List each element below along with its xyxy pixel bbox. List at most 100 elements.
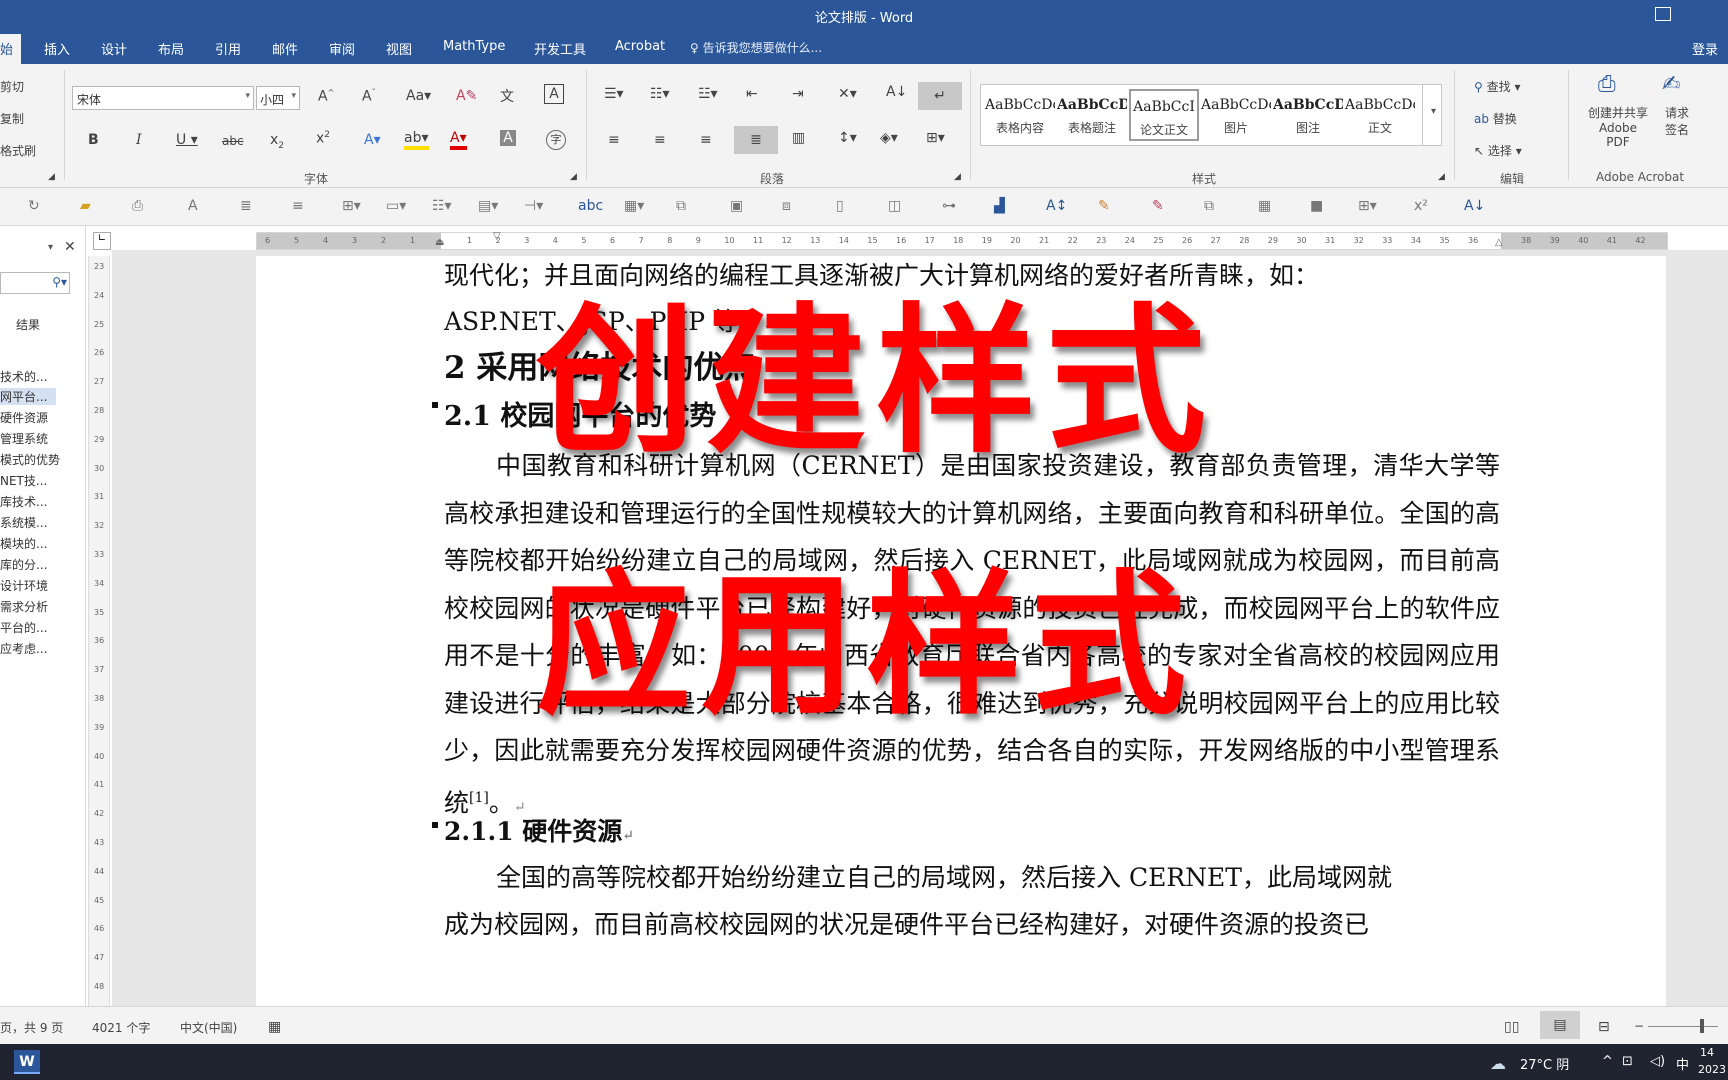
- borders-icon[interactable]: ⊞▾: [926, 130, 945, 146]
- ribbon-display-options-icon[interactable]: [1655, 7, 1671, 21]
- phonetic-guide-icon[interactable]: 文: [500, 86, 514, 106]
- font-size-box[interactable]: 小四 ▾: [256, 86, 300, 110]
- zoom-out-icon[interactable]: −: [1634, 1019, 1644, 1033]
- textbox-icon[interactable]: ▭▾: [386, 198, 406, 214]
- zoom-slider-thumb[interactable]: [1700, 1019, 1704, 1033]
- tab-references[interactable]: 引用: [215, 39, 241, 58]
- strikethrough-icon[interactable]: abc: [222, 134, 244, 148]
- line-spacing-icon[interactable]: ↕▾: [838, 130, 857, 146]
- cut-button[interactable]: 剪切: [0, 78, 24, 95]
- tab-review[interactable]: 审阅: [329, 39, 355, 58]
- style-figure[interactable]: AaBbCcDc 图片: [1201, 89, 1271, 141]
- clipboard-launcher-icon[interactable]: ◢: [48, 172, 55, 182]
- nav-heading-item[interactable]: 设计环境: [0, 577, 48, 594]
- nav-heading-item[interactable]: 硬件资源: [0, 409, 48, 426]
- document-area[interactable]: 现代化；并且面向网络的编程工具逐渐被广大计算机网络的爱好者所青睐，如： ASP.…: [112, 250, 1728, 1006]
- select-button[interactable]: ↖ 选择 ▾: [1474, 142, 1522, 159]
- paragraph-launcher-icon[interactable]: ◢: [954, 172, 961, 182]
- format-painter-button[interactable]: 格式刷: [0, 142, 36, 159]
- italic-icon[interactable]: I: [136, 132, 142, 148]
- tab-view[interactable]: 视图: [386, 39, 412, 58]
- bullets-icon[interactable]: ☰▾: [604, 86, 624, 102]
- indent-icon[interactable]: ≣: [240, 198, 252, 214]
- chart-icon[interactable]: ▟: [994, 198, 1005, 214]
- align-center-icon[interactable]: ≡: [654, 132, 666, 148]
- square-icon[interactable]: ■: [1310, 198, 1323, 214]
- multilevel-list-icon[interactable]: ☳▾: [698, 86, 718, 102]
- list-icon[interactable]: ☷▾: [432, 198, 452, 214]
- shading-icon[interactable]: ◈▾: [880, 130, 898, 146]
- page-count[interactable]: 页，共 9 页: [0, 1019, 63, 1036]
- style-table-caption[interactable]: AaBbCcD 表格题注: [1057, 89, 1127, 141]
- nav-tab-results[interactable]: 结果: [16, 316, 40, 333]
- grid-icon[interactable]: ▦: [1258, 198, 1271, 214]
- link-icon[interactable]: ⊶: [942, 198, 956, 214]
- frame-icon[interactable]: ▣: [730, 198, 743, 214]
- nav-heading-item[interactable]: 管理系统: [0, 430, 48, 447]
- bold-icon[interactable]: B: [88, 132, 99, 148]
- nav-heading-item[interactable]: 库的分...: [0, 556, 47, 573]
- tab-acrobat[interactable]: Acrobat: [615, 39, 665, 54]
- justify-icon[interactable]: ≣: [734, 126, 778, 154]
- styles-launcher-icon[interactable]: ◢: [1438, 172, 1445, 182]
- chevron-down-icon[interactable]: ▾: [48, 242, 53, 253]
- font-launcher-icon[interactable]: ◢: [570, 172, 577, 182]
- horizontal-ruler[interactable]: 654321 1 2 3 4 5 6 7 8 9 10 11 12 13 14 15 16 17 18 19 20 21…: [256, 231, 1668, 250]
- distribute-icon[interactable]: ▥: [792, 130, 805, 146]
- table-style-icon[interactable]: ⊞▾: [1358, 198, 1377, 214]
- replace-button[interactable]: ab 替换: [1474, 110, 1517, 127]
- spelling-icon[interactable]: abc: [578, 198, 603, 214]
- macro-icon[interactable]: ▦: [268, 1019, 281, 1035]
- character-shading-icon[interactable]: A: [500, 130, 516, 146]
- tell-me-search[interactable]: ♀ 告诉我您想要做什么...: [690, 39, 822, 56]
- highlight-icon[interactable]: ab▾: [404, 130, 429, 150]
- network-icon[interactable]: ⊡: [1622, 1054, 1633, 1069]
- copy-format-icon[interactable]: ⧉: [1204, 198, 1214, 214]
- create-pdf-icon[interactable]: ⎙: [1598, 72, 1616, 97]
- font-name-box[interactable]: 宋体 ▾: [72, 86, 254, 110]
- header-icon[interactable]: ▦▾: [624, 198, 644, 214]
- nav-heading-item[interactable]: 模式的优势: [0, 451, 60, 468]
- grow-font-icon[interactable]: A^: [318, 88, 334, 105]
- web-layout-icon[interactable]: ⊟: [1598, 1019, 1610, 1035]
- superscript-icon[interactable]: x2: [316, 130, 330, 147]
- read-mode-icon[interactable]: ▯▯: [1504, 1019, 1519, 1035]
- change-case-icon[interactable]: Aa▾: [406, 88, 431, 104]
- right-indent-marker[interactable]: △: [1495, 237, 1503, 248]
- close-icon[interactable]: ✕: [64, 239, 76, 255]
- align-right-icon[interactable]: ≡: [700, 132, 712, 148]
- pages-icon[interactable]: ⧈: [782, 198, 791, 214]
- tab-mailings[interactable]: 邮件: [272, 39, 298, 58]
- clear-formatting-icon[interactable]: A✎: [456, 88, 477, 104]
- numbering-icon[interactable]: ☷▾: [650, 86, 670, 102]
- print-preview-icon[interactable]: ⎙: [132, 198, 143, 214]
- nav-heading-item[interactable]: 网平台...: [0, 388, 56, 405]
- first-line-indent-marker[interactable]: ▽: [493, 231, 501, 242]
- request-signature-icon[interactable]: ✍: [1662, 72, 1680, 97]
- copy-button[interactable]: 复制: [0, 110, 24, 127]
- two-pages-icon[interactable]: ◫: [888, 198, 901, 214]
- text-direction-icon[interactable]: ✕▾: [838, 86, 857, 102]
- style-normal[interactable]: AaBbCcDc 正文: [1345, 89, 1415, 141]
- center-icon[interactable]: ≡: [292, 198, 304, 214]
- language-indicator[interactable]: 中文(中国): [180, 1019, 237, 1036]
- show-formatting-icon[interactable]: ↵: [918, 82, 962, 110]
- zoom-slider[interactable]: [1648, 1026, 1718, 1027]
- sort-az-icon[interactable]: A↕: [1046, 198, 1067, 214]
- group-icon[interactable]: ⧉: [676, 198, 686, 214]
- redo-icon[interactable]: ↻: [28, 198, 40, 214]
- shrink-font-icon[interactable]: Aˇ: [362, 88, 376, 105]
- table-icon[interactable]: ⊞▾: [342, 198, 361, 214]
- brush-icon[interactable]: ✎: [1098, 198, 1110, 214]
- volume-icon[interactable]: ◁): [1650, 1054, 1665, 1069]
- nav-heading-item[interactable]: 模块的...: [0, 535, 47, 552]
- create-share-button[interactable]: 创建并共享 Adobe PDF: [1586, 104, 1650, 149]
- nav-heading-item[interactable]: 系统模...: [0, 514, 47, 531]
- nav-heading-item[interactable]: 应考虑...: [0, 640, 47, 657]
- sort-qat-icon[interactable]: A↓: [1464, 198, 1485, 214]
- nav-heading-item[interactable]: NET技...: [0, 472, 47, 489]
- word-count[interactable]: 4021 个字: [92, 1019, 150, 1036]
- tab-developer[interactable]: 开发工具: [534, 39, 586, 58]
- enclose-characters-icon[interactable]: 字: [546, 130, 566, 150]
- character-border-icon[interactable]: A: [544, 84, 564, 104]
